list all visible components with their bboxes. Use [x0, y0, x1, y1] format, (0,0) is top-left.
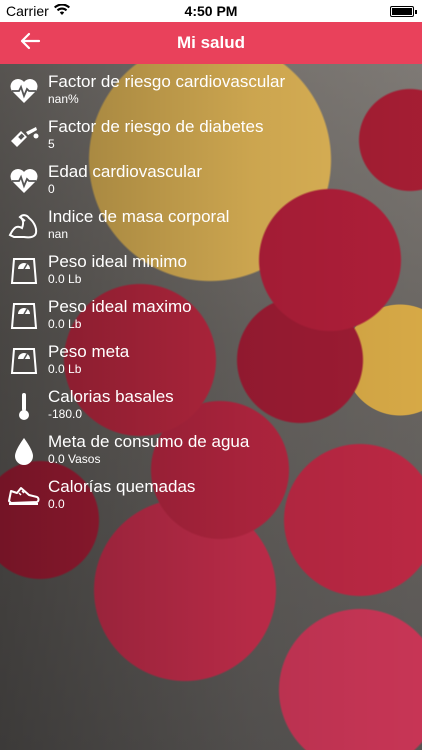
list-item-goal-weight[interactable]: Peso meta 0.0 Lb [0, 338, 422, 383]
item-value: 0.0 Lb [48, 272, 82, 286]
item-title: Peso ideal minimo [48, 252, 187, 271]
sneaker-icon [0, 473, 48, 518]
list-item-ideal-weight-max[interactable]: Peso ideal maximo 0.0 Lb [0, 293, 422, 338]
scale-icon [0, 338, 48, 383]
status-bar: Carrier 4:50 PM [0, 0, 422, 22]
list-item-cardiovascular-age[interactable]: Edad cardiovascular 0 [0, 158, 422, 203]
list-item-cardiovascular-risk[interactable]: Factor de riesgo cardiovascular nan% [0, 68, 422, 113]
thermometer-icon [0, 383, 48, 428]
list-item-bmi[interactable]: Indice de masa corporal nan [0, 203, 422, 248]
list-item-diabetes-risk[interactable]: Factor de riesgo de diabetes 5 [0, 113, 422, 158]
heart-rate-icon [0, 68, 48, 113]
item-title: Indice de masa corporal [48, 207, 230, 226]
scale-icon [0, 293, 48, 338]
item-title: Calorias basales [48, 387, 174, 406]
item-value: 0.0 Lb [48, 317, 82, 331]
item-title: Meta de consumo de agua [48, 432, 250, 451]
item-value: nan% [48, 92, 79, 106]
back-button[interactable] [12, 28, 48, 58]
list-item-calories-burned[interactable]: Calorías quemadas 0.0 [0, 473, 422, 518]
item-title: Peso meta [48, 342, 130, 361]
flexed-arm-icon [0, 203, 48, 248]
item-title: Edad cardiovascular [48, 162, 203, 181]
item-value: 0.0 Lb [48, 362, 82, 376]
list-item-water-goal[interactable]: Meta de consumo de agua 0.0 Vasos [0, 428, 422, 473]
water-drop-icon [0, 428, 48, 473]
list-item-ideal-weight-min[interactable]: Peso ideal minimo 0.0 Lb [0, 248, 422, 293]
glucose-meter-icon [0, 113, 48, 158]
screen: Carrier 4:50 PM Mi salud Factor de riesg… [0, 0, 422, 750]
list-item-basal-calories[interactable]: Calorias basales -180.0 [0, 383, 422, 428]
battery-icon [390, 5, 417, 17]
nav-bar: Mi salud [0, 22, 422, 64]
status-time: 4:50 PM [184, 3, 238, 19]
page-title: Mi salud [176, 33, 245, 52]
item-value: 0.0 Vasos [48, 452, 101, 466]
item-value: 0 [48, 182, 55, 196]
item-value: 0.0 [48, 497, 65, 511]
item-value: 5 [48, 137, 55, 151]
item-value: nan [48, 227, 69, 241]
item-title: Peso ideal maximo [48, 297, 192, 316]
item-title: Factor de riesgo de diabetes [48, 117, 264, 136]
item-title: Factor de riesgo cardiovascular [48, 72, 286, 91]
heart-rate-icon [0, 158, 48, 203]
scale-icon [0, 248, 48, 293]
arrow-left-icon [19, 32, 41, 55]
item-title: Calorías quemadas [48, 477, 196, 496]
item-value: -180.0 [48, 407, 83, 421]
health-metrics-list: Factor de riesgo cardiovascular nan% Fac… [0, 68, 422, 518]
